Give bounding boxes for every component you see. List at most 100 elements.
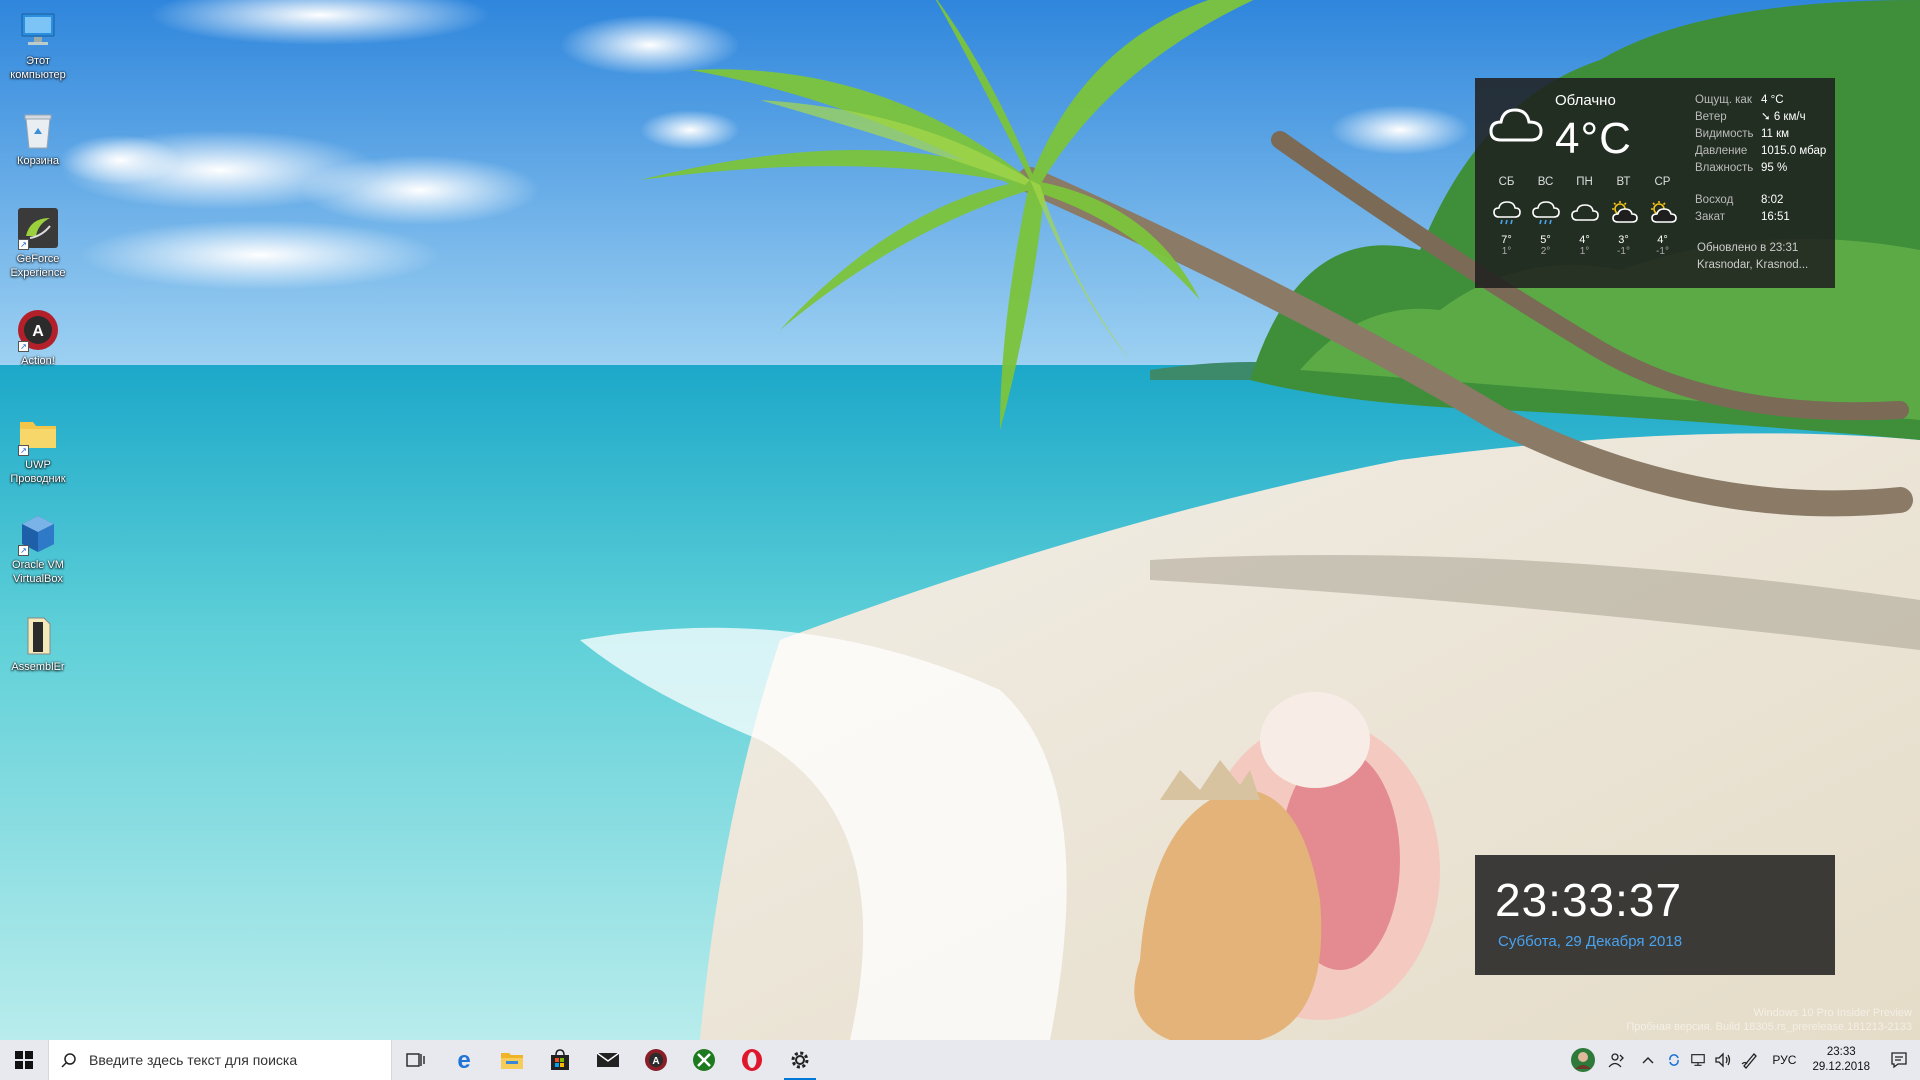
taskbar-edge[interactable]: e — [440, 1040, 488, 1080]
pen-ink-icon — [1742, 1053, 1758, 1069]
taskbar: Введите здесь текст для поиска e A РУС 2… — [0, 1040, 1920, 1080]
forecast-day: ПН 4° 1° — [1565, 176, 1604, 257]
store-icon — [551, 1049, 569, 1070]
forecast-day-name: ВС — [1537, 176, 1554, 188]
task-view-button[interactable] — [392, 1040, 440, 1080]
sunset-row: Закат 16:51 — [1695, 209, 1790, 226]
forecast-low: -1° — [1617, 246, 1630, 257]
taskbar-search-box[interactable]: Введите здесь текст для поиска — [48, 1040, 392, 1080]
tray-user-app[interactable] — [1566, 1040, 1600, 1080]
chevron-up-icon — [1642, 1057, 1654, 1064]
show-hidden-icons-button[interactable] — [1634, 1040, 1662, 1080]
system-tray: РУС 23:33 29.12.2018 — [1566, 1040, 1920, 1080]
taskbar-time: 23:33 — [1826, 1046, 1856, 1058]
task-view-icon — [406, 1053, 425, 1067]
desktop-icon-label: AssemblEr — [11, 661, 65, 673]
detail-value: 6 км/ч — [1773, 111, 1806, 123]
detail-key: Ощущ. как — [1695, 94, 1752, 106]
file-icon — [16, 614, 60, 658]
desktop-icon-virtualbox[interactable]: ↗ Oracle VM VirtualBox — [2, 512, 74, 586]
clock-time: 23:33:37 — [1495, 874, 1683, 926]
taskbar-store[interactable] — [536, 1040, 584, 1080]
detail-value: 11 км — [1761, 128, 1790, 140]
cloud-icon — [1565, 194, 1604, 232]
weather-detail-row: Ветер ➘ 6 км/ч — [1695, 109, 1826, 126]
tray-volume[interactable] — [1710, 1040, 1736, 1080]
forecast-day-name: СР — [1654, 176, 1671, 188]
weather-forecast: СБ 7° 1° ВС 5° 2° ПН 4° 1° ВТ 3° -1° СР … — [1487, 176, 1682, 257]
taskbar-mail[interactable] — [584, 1040, 632, 1080]
tray-pen[interactable] — [1736, 1040, 1764, 1080]
forecast-high: 3° — [1618, 234, 1629, 246]
recycle-bin-icon — [16, 108, 60, 152]
virtualbox-icon: ↗ — [16, 512, 60, 556]
xbox-icon — [693, 1049, 715, 1071]
clock-widget[interactable]: 23:33:37 Суббота, 29 Декабря 2018 — [1475, 855, 1835, 975]
forecast-low: 2° — [1540, 246, 1551, 257]
forecast-low: 1° — [1501, 246, 1512, 257]
detail-value: 1015.0 мбар — [1761, 145, 1827, 157]
desktop-icon-label: GeForce Experience — [10, 253, 66, 279]
notification-icon — [1891, 1052, 1907, 1069]
forecast-high: 4° — [1657, 234, 1668, 246]
sunrise-row: Восход 8:02 — [1695, 192, 1790, 209]
weather-detail-row: Давление 1015.0 мбар — [1695, 143, 1826, 160]
sunrise-label: Восход — [1695, 194, 1734, 206]
weather-condition: Облачно — [1555, 92, 1616, 109]
start-button[interactable] — [0, 1040, 48, 1080]
forecast-day-name: ПН — [1576, 176, 1593, 188]
tray-sync[interactable] — [1662, 1040, 1686, 1080]
detail-value: 4 °C — [1761, 94, 1784, 106]
taskbar-action[interactable]: A — [632, 1040, 680, 1080]
forecast-low: -1° — [1656, 246, 1669, 257]
input-language-indicator[interactable]: РУС — [1764, 1040, 1804, 1080]
taskbar-opera[interactable] — [728, 1040, 776, 1080]
partly-sunny-icon — [1604, 194, 1643, 232]
taskbar-file-explorer[interactable] — [488, 1040, 536, 1080]
tray-network[interactable] — [1686, 1040, 1710, 1080]
weather-footer: Обновлено в 23:31 Krasnodar, Krasnod... — [1697, 240, 1808, 274]
taskbar-settings[interactable] — [776, 1040, 824, 1080]
desktop-icon-this-pc[interactable]: Этот компьютер — [2, 8, 74, 82]
taskbar-date: 29.12.2018 — [1812, 1061, 1870, 1073]
desktop-icon-label: Oracle VM VirtualBox — [12, 559, 64, 585]
forecast-high: 5° — [1540, 234, 1551, 246]
sync-icon — [1669, 1054, 1680, 1066]
taskbar-clock[interactable]: 23:33 29.12.2018 — [1804, 1040, 1878, 1080]
tray-people[interactable] — [1600, 1040, 1634, 1080]
detail-value: 95 % — [1761, 162, 1788, 174]
windows-logo-icon — [15, 1051, 33, 1069]
svg-text:e: e — [457, 1048, 470, 1072]
desktop-icon-label: Action! — [21, 355, 55, 367]
search-icon — [61, 1053, 76, 1068]
clock-date: Суббота, 29 Декабря 2018 — [1498, 933, 1683, 950]
forecast-day: СБ 7° 1° — [1487, 176, 1526, 257]
desktop-icon-action[interactable]: A ↗ Action! — [2, 308, 74, 368]
forecast-day: СР 4° -1° — [1643, 176, 1682, 257]
search-placeholder: Введите здесь текст для поиска — [89, 1052, 298, 1068]
desktop-icon-recycle-bin[interactable]: Корзина — [2, 108, 74, 168]
svg-text:A: A — [652, 1056, 659, 1067]
windows-build-watermark: Windows 10 Pro Insider Preview Пробная в… — [1626, 1006, 1912, 1034]
folder-icon: ↗ — [16, 412, 60, 456]
edge-icon: e — [457, 1048, 470, 1072]
detail-key: Давление — [1695, 145, 1748, 157]
desktop-icon-uwp-explorer[interactable]: ↗ UWP Проводник — [2, 412, 74, 486]
rain-cloud-icon — [1526, 194, 1565, 232]
forecast-day: ВТ 3° -1° — [1604, 176, 1643, 257]
shortcut-arrow-icon: ↗ — [18, 341, 29, 352]
weather-widget[interactable]: Облачно 4°C Ощущ. как 4 °C Ветер ➘ 6 км/ч … — [1475, 78, 1835, 288]
action-center-button[interactable] — [1878, 1040, 1920, 1080]
action-recorder-icon: A ↗ — [16, 308, 60, 352]
forecast-day-name: СБ — [1498, 176, 1515, 188]
forecast-day: ВС 5° 2° — [1526, 176, 1565, 257]
weather-detail-row: Ощущ. как 4 °C — [1695, 92, 1826, 109]
taskbar-xbox[interactable] — [680, 1040, 728, 1080]
desktop-icon-assembler[interactable]: AssemblEr — [2, 614, 74, 674]
partly-sunny-icon — [1643, 194, 1682, 232]
desktop-icon-geforce[interactable]: ↗ GeForce Experience — [2, 206, 74, 280]
geforce-icon: ↗ — [16, 206, 60, 250]
shortcut-arrow-icon: ↗ — [18, 445, 29, 456]
weather-temperature: 4°C — [1555, 114, 1632, 163]
desktop-icon-label: UWP Проводник — [10, 459, 66, 485]
